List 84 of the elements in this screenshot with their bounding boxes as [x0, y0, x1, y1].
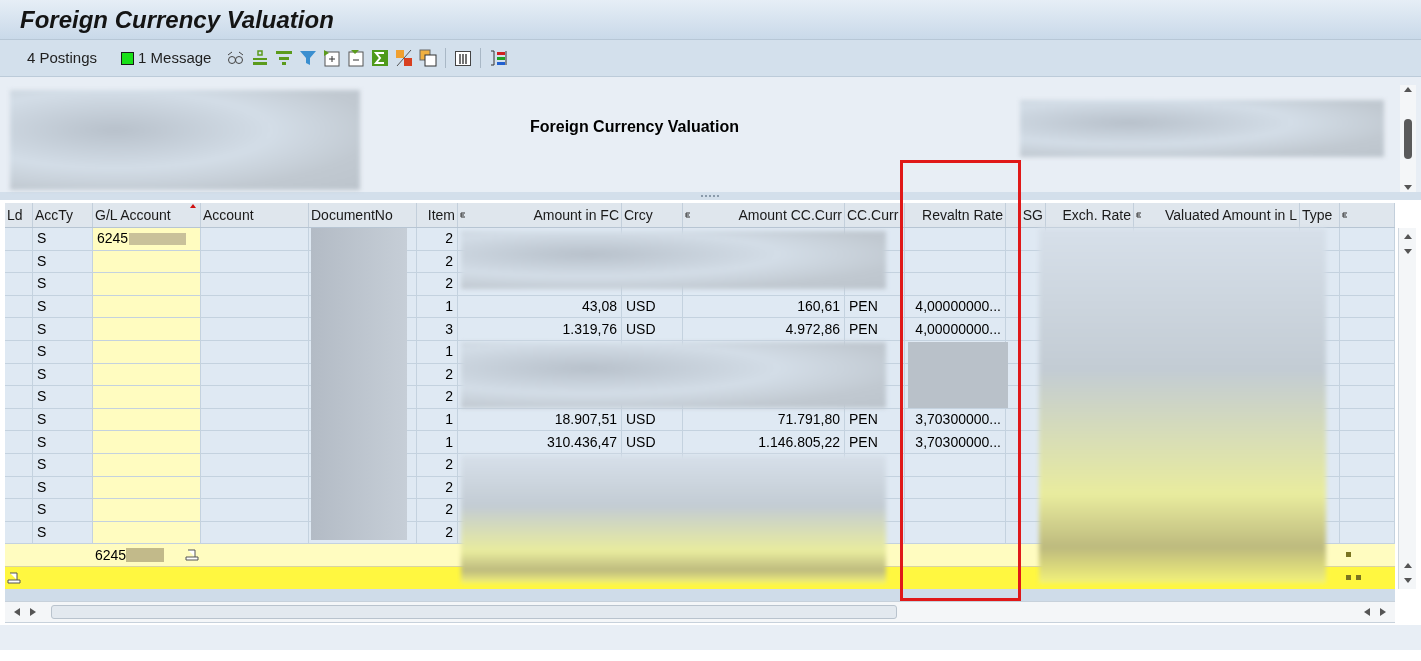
table-cell: PEN [845, 318, 905, 340]
scrollbar[interactable] [1398, 228, 1416, 590]
table-cell: 2 [417, 250, 458, 273]
align-center-icon[interactable] [251, 49, 270, 67]
total-icon [685, 212, 691, 218]
redacted-area [126, 548, 165, 563]
column-header[interactable]: Revaltn Rate [905, 203, 1006, 227]
table-cell: 2 [417, 499, 458, 521]
window-title: Foreign Currency Valuation [20, 4, 334, 35]
table-cell: 1.319,76 [458, 318, 622, 340]
report-title: Foreign Currency Valuation [530, 117, 739, 137]
level-marker-icon [1346, 552, 1352, 559]
message-button[interactable]: 1 Message [121, 46, 212, 70]
status-square-icon [121, 51, 135, 65]
scrollbar[interactable] [1400, 85, 1416, 192]
postings-button[interactable]: 4 Postings [27, 46, 98, 70]
grip-icon[interactable] [699, 194, 722, 198]
table-cell: 310.436,47 [458, 431, 622, 453]
sort-lines-icon[interactable] [275, 49, 294, 67]
column-header[interactable]: Amount CC.Curr [683, 203, 845, 227]
layout-icon[interactable] [419, 49, 438, 67]
column-header[interactable]: Type [1300, 203, 1340, 227]
table-cell: 2 [417, 363, 458, 386]
column-header[interactable]: Amount in FC [458, 203, 622, 227]
delete-icon[interactable] [347, 49, 366, 67]
table-cell: 2 [417, 273, 458, 295]
columns-icon[interactable] [454, 49, 473, 67]
column-header[interactable]: Account [201, 203, 309, 227]
scroll-up-icon[interactable] [1402, 561, 1413, 570]
total-icon [1342, 212, 1348, 218]
insert-icon[interactable] [323, 49, 342, 67]
scroll-up-icon[interactable] [1402, 232, 1413, 240]
column-header[interactable]: DocumentNo [309, 203, 417, 227]
table-cell: 4,00000000... [905, 318, 1006, 340]
scroll-thumb[interactable] [51, 605, 897, 620]
table-cell: 2 [417, 386, 458, 408]
level-marker-icon [1346, 575, 1362, 582]
total-icon [460, 212, 466, 218]
splitter-handle[interactable] [0, 192, 1421, 200]
sigma-icon[interactable] [371, 49, 390, 67]
table-cell: 2 [417, 521, 458, 544]
column-header[interactable]: Crcy [622, 203, 683, 227]
table-cell: PEN [845, 295, 905, 318]
table-cell: 1 [417, 431, 458, 453]
table-cell: 3,70300000... [905, 431, 1006, 453]
table-cell: 43,08 [458, 295, 622, 318]
column-header[interactable]: CC.Curr [845, 203, 905, 227]
table-cell: 2 [417, 228, 458, 250]
scroll-up-icon[interactable] [1403, 85, 1413, 93]
table-cell: PEN [845, 431, 905, 453]
total-marker-icon [7, 572, 21, 585]
scroll-thumb[interactable] [1404, 118, 1412, 159]
table-cell: 1 [417, 408, 458, 431]
table-cell-text: 6245 [95, 545, 127, 565]
table-cell: 1.146.805,22 [683, 431, 845, 453]
color-legend-icon[interactable] [489, 49, 508, 67]
column-header[interactable]: Item [417, 203, 458, 227]
table-cell: 4.972,86 [683, 318, 845, 340]
table-cell: 2 [417, 476, 458, 499]
glasses-icon[interactable] [227, 49, 246, 67]
table-cell: 4,00000000... [905, 295, 1006, 318]
horizontal-scrollbar[interactable] [5, 601, 1395, 624]
table-cell: 2 [417, 453, 458, 476]
table-cell: USD [622, 318, 683, 340]
subtotal-marker-icon [185, 549, 199, 562]
scroll-down-icon[interactable] [1402, 248, 1413, 256]
sort-indicator-icon [190, 204, 196, 208]
table-cell: USD [622, 431, 683, 453]
column-header[interactable]: Ld [5, 203, 33, 227]
total-icon [1136, 212, 1142, 218]
column-header[interactable]: G/L Account [93, 203, 201, 227]
table-cell: 1 [417, 340, 458, 363]
table-cell: 1 [417, 295, 458, 318]
column-header[interactable]: SG [1006, 203, 1046, 227]
table-cell: 6245 [93, 228, 201, 250]
column-header[interactable]: AccTy [33, 203, 93, 227]
table-cell: 160,61 [683, 295, 845, 318]
column-header[interactable]: Valuated Amount in L [1134, 203, 1300, 227]
table-cell: 3 [417, 318, 458, 340]
redacted-area [129, 232, 187, 245]
filter-icon[interactable] [299, 49, 318, 67]
table-cell: USD [622, 295, 683, 318]
subtotal-icon[interactable] [395, 49, 414, 67]
column-header[interactable]: Exch. Rate [1046, 203, 1134, 227]
